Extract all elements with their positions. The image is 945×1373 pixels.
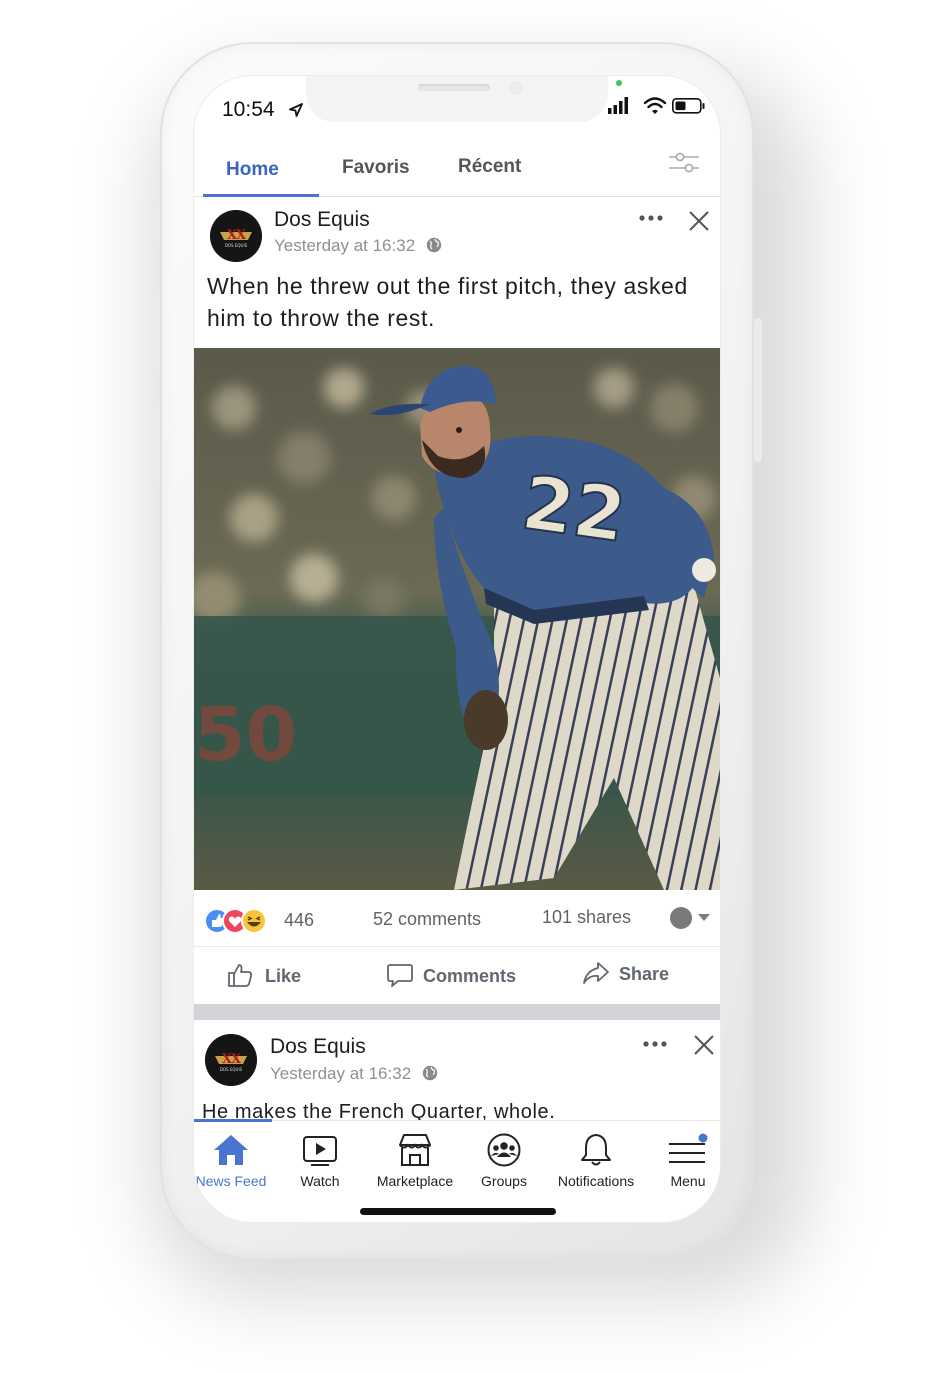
tab-home[interactable]: Home (226, 159, 279, 181)
thumbs-up-icon (228, 964, 253, 987)
chevron-down-icon[interactable] (698, 914, 710, 921)
nav-label: Notifications (557, 1173, 635, 1189)
phone-silent-switch (152, 205, 160, 249)
nav-groups[interactable]: Groups (474, 1133, 534, 1189)
timestamp-text: Yesterday at 16:32 (270, 1064, 412, 1083)
groups-icon (487, 1133, 521, 1167)
nav-news-feed[interactable]: News Feed (194, 1133, 268, 1189)
nav-marketplace[interactable]: Marketplace (368, 1133, 462, 1189)
video-play-icon (303, 1136, 337, 1166)
dos-equis-logo: XX DOS EQUIS (210, 210, 262, 262)
hamburger-menu-icon (669, 1133, 708, 1163)
notch (306, 76, 608, 122)
share-count[interactable]: 101 shares (542, 907, 631, 928)
post-header: XX DOS EQUIS Dos Equis Yesterday at 16:3… (194, 198, 720, 268)
phone-volume-up (152, 292, 160, 378)
phone-screen: 10:54 Home Favoris Récent XX DOS EQUIS D… (194, 76, 720, 1222)
bottom-nav: News Feed Watch Marketplace Groups Notif… (194, 1119, 720, 1201)
wall-number: 50 (194, 692, 297, 778)
svg-text:DOS EQUIS: DOS EQUIS (220, 1067, 243, 1072)
post-photo[interactable]: 50 22 (194, 348, 720, 890)
tab-recent[interactable]: Récent (458, 156, 521, 178)
share-button[interactable]: Share (582, 961, 692, 991)
svg-text:DOS EQUIS: DOS EQUIS (225, 243, 248, 248)
timestamp-text: Yesterday at 16:32 (274, 236, 416, 255)
post-stats: 446 52 comments 101 shares (194, 892, 720, 946)
more-dots-icon[interactable] (642, 1040, 668, 1048)
home-icon (214, 1135, 248, 1165)
like-button[interactable]: Like (226, 961, 336, 991)
nav-menu[interactable]: Menu (662, 1133, 714, 1189)
close-icon[interactable] (693, 1034, 715, 1056)
dos-equis-logo: XX DOS EQUIS (205, 1034, 257, 1086)
wifi-icon (643, 97, 667, 114)
more-dots-icon[interactable] (638, 214, 664, 222)
phone-volume-down (152, 404, 160, 490)
nav-watch[interactable]: Watch (288, 1133, 352, 1189)
avatar[interactable]: XX DOS EQUIS (205, 1034, 257, 1086)
phone-power-button (754, 318, 762, 462)
post-author[interactable]: Dos Equis (270, 1035, 366, 1059)
post-author[interactable]: Dos Equis (274, 208, 370, 232)
post-timestamp: Yesterday at 16:32 (274, 236, 442, 256)
post-actions: Like Comments Share (194, 946, 720, 1005)
comment-label: Comments (423, 966, 517, 986)
tab-favoris[interactable]: Favoris (342, 157, 410, 179)
speaker-grille (418, 84, 490, 91)
comment-button[interactable]: Comments (386, 961, 536, 991)
avatar[interactable]: XX DOS EQUIS (210, 210, 262, 262)
home-indicator (360, 1208, 556, 1215)
location-arrow-icon (289, 103, 303, 117)
nav-label: Groups (481, 1173, 527, 1189)
svg-text:XX: XX (222, 1052, 242, 1067)
front-camera (509, 81, 523, 95)
battery-icon (672, 98, 705, 114)
globe-icon (422, 1065, 438, 1081)
reactions-icon[interactable] (204, 908, 272, 934)
feed-divider (194, 1004, 720, 1020)
nav-label: Marketplace (376, 1173, 454, 1189)
nav-label: News Feed (195, 1173, 267, 1189)
reaction-count[interactable]: 446 (284, 910, 314, 931)
share-label: Share (619, 964, 670, 984)
status-icons (608, 97, 705, 114)
privacy-indicator (616, 80, 622, 86)
feed-tabs: Home Favoris Récent (194, 140, 720, 197)
nav-notifications[interactable]: Notifications (550, 1133, 642, 1189)
post-caption: When he threw out the first pitch, they … (207, 273, 688, 331)
baseball-pitcher-image: 50 22 (194, 348, 720, 890)
jersey-number: 22 (517, 460, 631, 559)
cellular-signal-icon (608, 97, 628, 114)
post-header: XX DOS EQUIS Dos Equis Yesterday at 16:3… (194, 1026, 720, 1096)
status-time: 10:54 (222, 98, 275, 121)
bell-icon (581, 1134, 611, 1166)
comment-count[interactable]: 52 comments (373, 909, 481, 930)
nav-label: Watch (300, 1173, 340, 1189)
share-arrow-icon (583, 962, 609, 984)
viewer-avatar[interactable] (670, 907, 692, 929)
tab-active-indicator (203, 194, 319, 197)
filter-sliders-icon[interactable] (667, 150, 701, 176)
post-timestamp: Yesterday at 16:32 (270, 1064, 438, 1084)
like-label: Like (265, 966, 302, 986)
close-icon[interactable] (688, 210, 710, 232)
nav-label: Menu (670, 1173, 706, 1189)
nav-active-indicator (194, 1119, 272, 1122)
svg-text:XX: XX (227, 228, 247, 243)
globe-icon (426, 237, 442, 253)
comment-bubble-icon (387, 964, 413, 987)
storefront-icon (399, 1134, 431, 1166)
